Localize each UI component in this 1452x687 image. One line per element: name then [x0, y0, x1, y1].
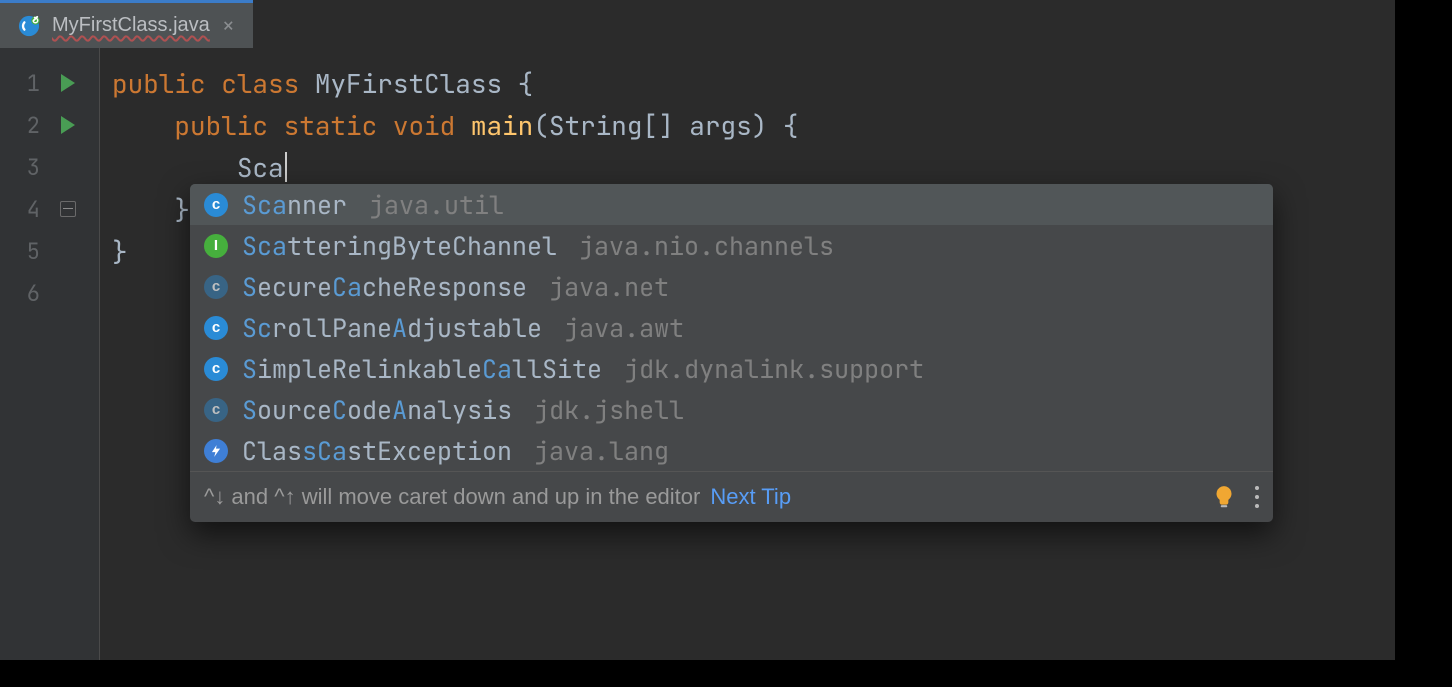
class-icon: c [204, 357, 228, 381]
java-class-icon [18, 15, 40, 37]
completion-item-name: SourceCodeAnalysis [242, 393, 512, 427]
line-number: 2 [0, 111, 40, 140]
completion-item-name: ClassCastException [242, 434, 512, 468]
completion-list: c Scanner java.util I ScatteringByteChannel j… [190, 184, 1273, 471]
class-icon: c [204, 275, 228, 299]
completion-item-package: jdk.jshell [534, 393, 684, 427]
completion-item[interactable]: ClassCastException java.lang [190, 430, 1273, 471]
code-completion-popup: c Scanner java.util I ScatteringByteChannel j… [190, 184, 1273, 522]
completion-item-name: SimpleRelinkableCallSite [242, 352, 602, 386]
text-caret [285, 152, 287, 182]
class-icon: c [204, 193, 228, 217]
exception-icon [204, 439, 228, 463]
fold-icon[interactable] [40, 201, 95, 217]
more-menu-icon[interactable] [1255, 486, 1259, 508]
completion-item[interactable]: I ScatteringByteChannel java.nio.channels [190, 225, 1273, 266]
completion-item-package: jdk.dynalink.support [624, 352, 924, 386]
run-class-icon[interactable] [40, 74, 95, 92]
completion-item[interactable]: c SourceCodeAnalysis jdk.jshell [190, 389, 1273, 430]
completion-footer: ^↓ and ^↑ will move caret down and up in… [190, 471, 1273, 522]
completion-item[interactable]: c Scanner java.util [190, 184, 1273, 225]
completion-item[interactable]: c ScrollPaneAdjustable java.awt [190, 307, 1273, 348]
completion-item[interactable]: c SimpleRelinkableCallSite jdk.dynalink.su… [190, 348, 1273, 389]
class-icon: c [204, 398, 228, 422]
interface-icon: I [204, 234, 228, 258]
bulb-icon[interactable] [1211, 484, 1237, 510]
completion-item-name: ScatteringByteChannel [242, 229, 557, 263]
line-number: 5 [0, 237, 40, 266]
line-number: 6 [0, 279, 40, 308]
line-number: 3 [0, 153, 40, 182]
completion-item-package: java.net [549, 270, 669, 304]
run-main-icon[interactable] [40, 116, 95, 134]
tab-bar: MyFirstClass.java × [0, 0, 1395, 48]
completion-item-name: ScrollPaneAdjustable [242, 311, 542, 345]
completion-item-name: Scanner [242, 188, 347, 222]
completion-item[interactable]: c SecureCacheResponse java.net [190, 266, 1273, 307]
line-number: 4 [0, 195, 40, 224]
completion-item-package: java.awt [564, 311, 684, 345]
tab-filename: MyFirstClass.java [52, 14, 210, 37]
close-tab-icon[interactable]: × [222, 11, 235, 40]
completion-item-package: java.util [369, 188, 504, 222]
completion-item-package: java.nio.channels [579, 229, 834, 263]
completion-item-name: SecureCacheResponse [242, 270, 527, 304]
code-line: Sca [100, 146, 1395, 188]
footer-hint: ^↓ and ^↑ will move caret down and up in… [204, 484, 700, 510]
editor-tab[interactable]: MyFirstClass.java × [0, 0, 253, 48]
completion-item-package: java.lang [534, 434, 669, 468]
ide-window: MyFirstClass.java × 1 2 3 4 5 [0, 0, 1395, 660]
gutter: 1 2 3 4 5 6 [0, 48, 100, 660]
line-number: 1 [0, 69, 40, 98]
class-icon: c [204, 316, 228, 340]
code-line: public class MyFirstClass { [100, 62, 1395, 104]
next-tip-link[interactable]: Next Tip [710, 484, 791, 510]
code-line: public static void main(String[] args) { [100, 104, 1395, 146]
